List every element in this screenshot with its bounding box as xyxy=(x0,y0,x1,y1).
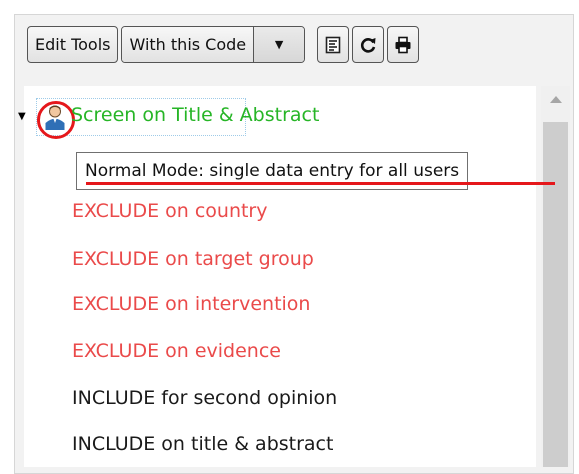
edit-tools-button[interactable]: Edit Tools xyxy=(27,26,119,63)
tree-scrollbar[interactable] xyxy=(541,86,570,467)
highlight-circle xyxy=(37,101,75,139)
expand-toggle-icon[interactable]: ▼ xyxy=(18,111,26,122)
report-button[interactable] xyxy=(317,26,350,63)
scroll-thumb[interactable] xyxy=(543,122,568,467)
dropdown-arrow-icon: ▼ xyxy=(274,38,284,51)
tree-child-item[interactable]: EXCLUDE on evidence xyxy=(72,340,281,362)
code-tree xyxy=(24,86,536,467)
tree-child-item[interactable]: EXCLUDE on intervention xyxy=(72,293,310,315)
tree-child-item[interactable]: EXCLUDE on country xyxy=(72,200,268,222)
tree-child-item[interactable]: EXCLUDE on target group xyxy=(72,248,314,270)
refresh-icon xyxy=(361,37,376,53)
toolbar: Edit Tools With this Code ▼ xyxy=(27,26,422,63)
print-button[interactable] xyxy=(387,26,420,63)
report-icon xyxy=(325,36,341,53)
refresh-button[interactable] xyxy=(352,26,385,63)
highlight-underline xyxy=(86,182,555,185)
with-this-code-button[interactable]: With this Code xyxy=(122,27,255,62)
tree-child-item[interactable]: INCLUDE for second opinion xyxy=(72,387,337,409)
with-this-code-dropdown[interactable]: ▼ xyxy=(254,27,305,62)
scroll-up-arrow-icon[interactable] xyxy=(550,96,562,103)
tree-root-label[interactable]: Screen on Title & Abstract xyxy=(71,104,319,126)
with-this-code-split-button: With this Code ▼ xyxy=(121,26,306,63)
tree-child-item[interactable]: INCLUDE on title & abstract xyxy=(72,433,333,455)
print-icon xyxy=(395,36,411,53)
